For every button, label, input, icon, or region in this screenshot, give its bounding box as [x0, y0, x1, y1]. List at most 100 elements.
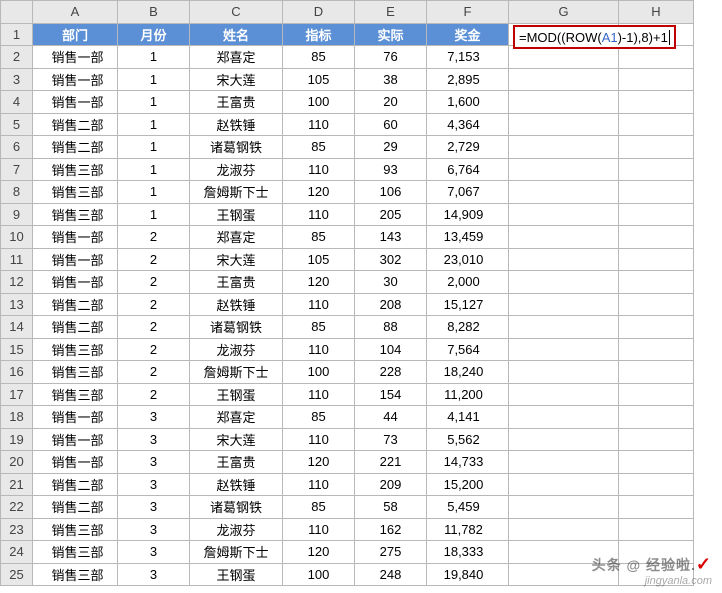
cell[interactable] [619, 181, 694, 204]
cell-bonus[interactable]: 19,840 [427, 563, 509, 586]
cell-target[interactable]: 85 [283, 496, 355, 519]
cell[interactable] [509, 293, 619, 316]
select-all-corner[interactable] [1, 1, 33, 24]
cell-target[interactable]: 110 [283, 428, 355, 451]
cell-bonus[interactable]: 2,000 [427, 271, 509, 294]
cell-target[interactable]: 105 [283, 68, 355, 91]
cell-target[interactable]: 110 [283, 293, 355, 316]
col-header-D[interactable]: D [283, 1, 355, 24]
cell[interactable] [619, 451, 694, 474]
cell-month[interactable]: 2 [118, 271, 190, 294]
cell-department[interactable]: 销售一部 [33, 406, 118, 429]
cell-bonus[interactable]: 23,010 [427, 248, 509, 271]
row-header[interactable]: 6 [1, 136, 33, 159]
cell-department[interactable]: 销售二部 [33, 136, 118, 159]
cell-month[interactable]: 1 [118, 136, 190, 159]
cell-name[interactable]: 宋大莲 [190, 248, 283, 271]
cell-department[interactable]: 销售一部 [33, 46, 118, 69]
cell-actual[interactable]: 104 [355, 338, 427, 361]
cell[interactable] [619, 316, 694, 339]
row-header[interactable]: 19 [1, 428, 33, 451]
col-header-F[interactable]: F [427, 1, 509, 24]
cell-name[interactable]: 宋大莲 [190, 68, 283, 91]
cell-actual[interactable]: 44 [355, 406, 427, 429]
cell-target[interactable]: 120 [283, 271, 355, 294]
cell[interactable] [619, 226, 694, 249]
cell-actual[interactable]: 93 [355, 158, 427, 181]
cell-month[interactable]: 2 [118, 383, 190, 406]
cell-department[interactable]: 销售三部 [33, 203, 118, 226]
cell-actual[interactable]: 221 [355, 451, 427, 474]
cell[interactable] [509, 473, 619, 496]
row-header[interactable]: 15 [1, 338, 33, 361]
cell-month[interactable]: 2 [118, 248, 190, 271]
cell-target[interactable]: 120 [283, 451, 355, 474]
cell-name[interactable]: 郑喜定 [190, 406, 283, 429]
cell-month[interactable]: 3 [118, 518, 190, 541]
cell[interactable] [509, 316, 619, 339]
row-header[interactable]: 12 [1, 271, 33, 294]
cell[interactable] [619, 541, 694, 564]
row-header[interactable]: 2 [1, 46, 33, 69]
cell[interactable] [509, 271, 619, 294]
cell-actual[interactable]: 73 [355, 428, 427, 451]
row-header[interactable]: 3 [1, 68, 33, 91]
cell-actual[interactable]: 154 [355, 383, 427, 406]
cell[interactable] [619, 563, 694, 586]
cell[interactable] [619, 518, 694, 541]
cell[interactable] [619, 271, 694, 294]
cell[interactable] [509, 428, 619, 451]
cell-actual[interactable]: 38 [355, 68, 427, 91]
cell-actual[interactable]: 248 [355, 563, 427, 586]
cell-target[interactable]: 100 [283, 563, 355, 586]
cell[interactable] [509, 91, 619, 114]
cell[interactable] [509, 158, 619, 181]
cell[interactable] [509, 361, 619, 384]
cell-name[interactable]: 龙淑芬 [190, 518, 283, 541]
cell-name[interactable]: 郑喜定 [190, 226, 283, 249]
cell-name[interactable]: 王钢蛋 [190, 383, 283, 406]
cell-department[interactable]: 销售三部 [33, 383, 118, 406]
cell[interactable] [619, 338, 694, 361]
cell-month[interactable]: 2 [118, 338, 190, 361]
cell-target[interactable]: 110 [283, 473, 355, 496]
cell-bonus[interactable]: 18,240 [427, 361, 509, 384]
cell-name[interactable]: 詹姆斯下士 [190, 541, 283, 564]
cell-month[interactable]: 3 [118, 406, 190, 429]
cell-bonus[interactable]: 13,459 [427, 226, 509, 249]
cell-department[interactable]: 销售一部 [33, 226, 118, 249]
col-header-B[interactable]: B [118, 1, 190, 24]
cell-bonus[interactable]: 4,364 [427, 113, 509, 136]
cell-target[interactable]: 85 [283, 226, 355, 249]
cell[interactable] [619, 473, 694, 496]
cell-bonus[interactable]: 7,067 [427, 181, 509, 204]
cell[interactable] [619, 406, 694, 429]
cell-target[interactable]: 110 [283, 113, 355, 136]
cell-bonus[interactable]: 5,562 [427, 428, 509, 451]
row-header[interactable]: 5 [1, 113, 33, 136]
cell[interactable] [619, 68, 694, 91]
cell-name[interactable]: 詹姆斯下士 [190, 181, 283, 204]
cell-actual[interactable]: 205 [355, 203, 427, 226]
cell-name[interactable]: 郑喜定 [190, 46, 283, 69]
cell-bonus[interactable]: 4,141 [427, 406, 509, 429]
cell[interactable] [619, 136, 694, 159]
row-header[interactable]: 23 [1, 518, 33, 541]
data-header-cell[interactable]: 月份 [118, 23, 190, 46]
cell-actual[interactable]: 106 [355, 181, 427, 204]
cell-department[interactable]: 销售二部 [33, 113, 118, 136]
cell[interactable] [619, 113, 694, 136]
cell-target[interactable]: 110 [283, 518, 355, 541]
col-header-E[interactable]: E [355, 1, 427, 24]
row-header[interactable]: 20 [1, 451, 33, 474]
cell-bonus[interactable]: 14,733 [427, 451, 509, 474]
cell-target[interactable]: 100 [283, 91, 355, 114]
cell[interactable] [509, 113, 619, 136]
row-header[interactable]: 4 [1, 91, 33, 114]
cell[interactable] [619, 496, 694, 519]
cell-bonus[interactable]: 11,782 [427, 518, 509, 541]
data-header-cell[interactable]: 指标 [283, 23, 355, 46]
cell-bonus[interactable]: 14,909 [427, 203, 509, 226]
cell-department[interactable]: 销售二部 [33, 496, 118, 519]
cell[interactable] [509, 181, 619, 204]
